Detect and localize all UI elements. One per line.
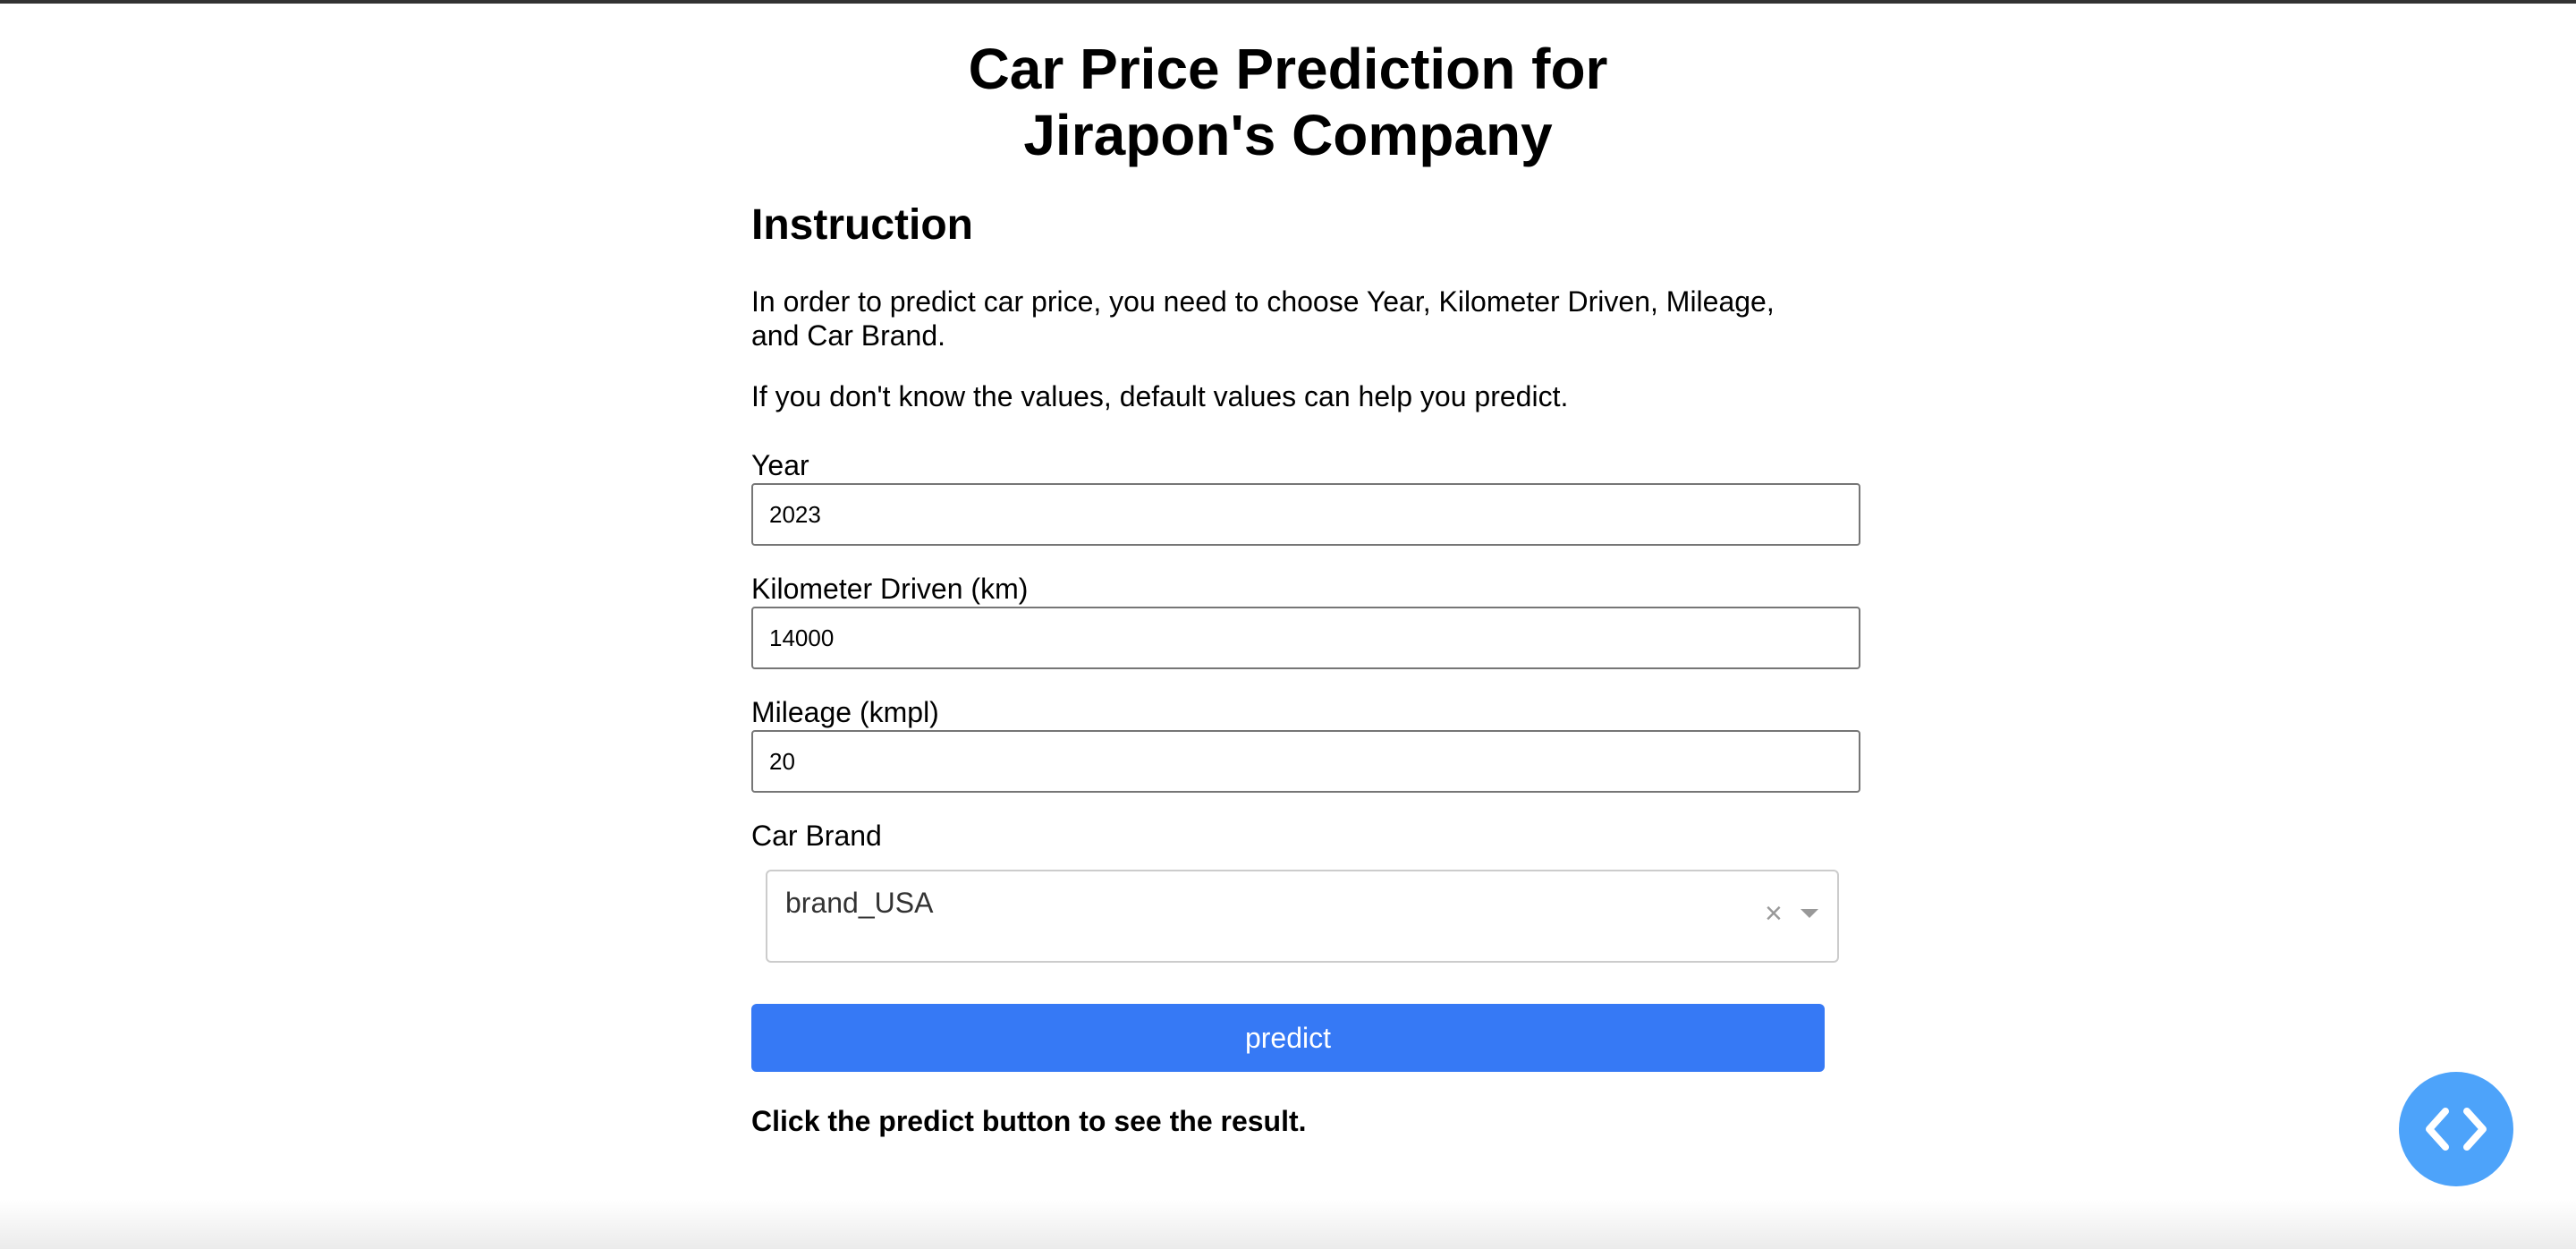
brand-label: Car Brand — [751, 820, 882, 852]
year-label: Year — [751, 449, 809, 481]
top-border — [0, 0, 2576, 4]
year-input[interactable] — [751, 483, 1860, 546]
instruction-paragraph-1: In order to predict car price, you need … — [751, 285, 1775, 352]
predict-button[interactable]: predict — [751, 1004, 1825, 1072]
mileage-label: Mileage (kmpl) — [751, 696, 939, 728]
code-toggle-button[interactable] — [2399, 1072, 2513, 1186]
instruction-heading: Instruction — [751, 201, 973, 249]
km-driven-field-group: Kilometer Driven (km) — [751, 573, 1860, 669]
main-container: Car Price Prediction for Jirapon's Compa… — [751, 36, 1860, 1138]
brand-dropdown-value: brand_USA — [785, 887, 934, 919]
page-title: Car Price Prediction for Jirapon's Compa… — [968, 37, 1608, 167]
page: Car Price Prediction for Jirapon's Compa… — [0, 0, 2576, 1249]
code-icon — [2426, 1108, 2487, 1151]
km-driven-label: Kilometer Driven (km) — [751, 573, 1029, 605]
brand-dropdown[interactable]: brand_USA × — [766, 870, 1839, 963]
km-driven-input[interactable] — [751, 607, 1860, 669]
mileage-field-group: Mileage (kmpl) — [751, 696, 1860, 793]
instruction-paragraph-2: If you don't know the values, default va… — [751, 380, 1569, 412]
bottom-shadow — [0, 1199, 2576, 1249]
year-field-group: Year — [751, 449, 1860, 546]
clear-icon[interactable]: × — [1765, 898, 1783, 929]
chevron-down-icon[interactable] — [1801, 909, 1818, 918]
mileage-input[interactable] — [751, 730, 1860, 793]
result-text: Click the predict button to see the resu… — [751, 1105, 1307, 1137]
brand-field-group: Car Brand brand_USA × — [751, 820, 1860, 963]
